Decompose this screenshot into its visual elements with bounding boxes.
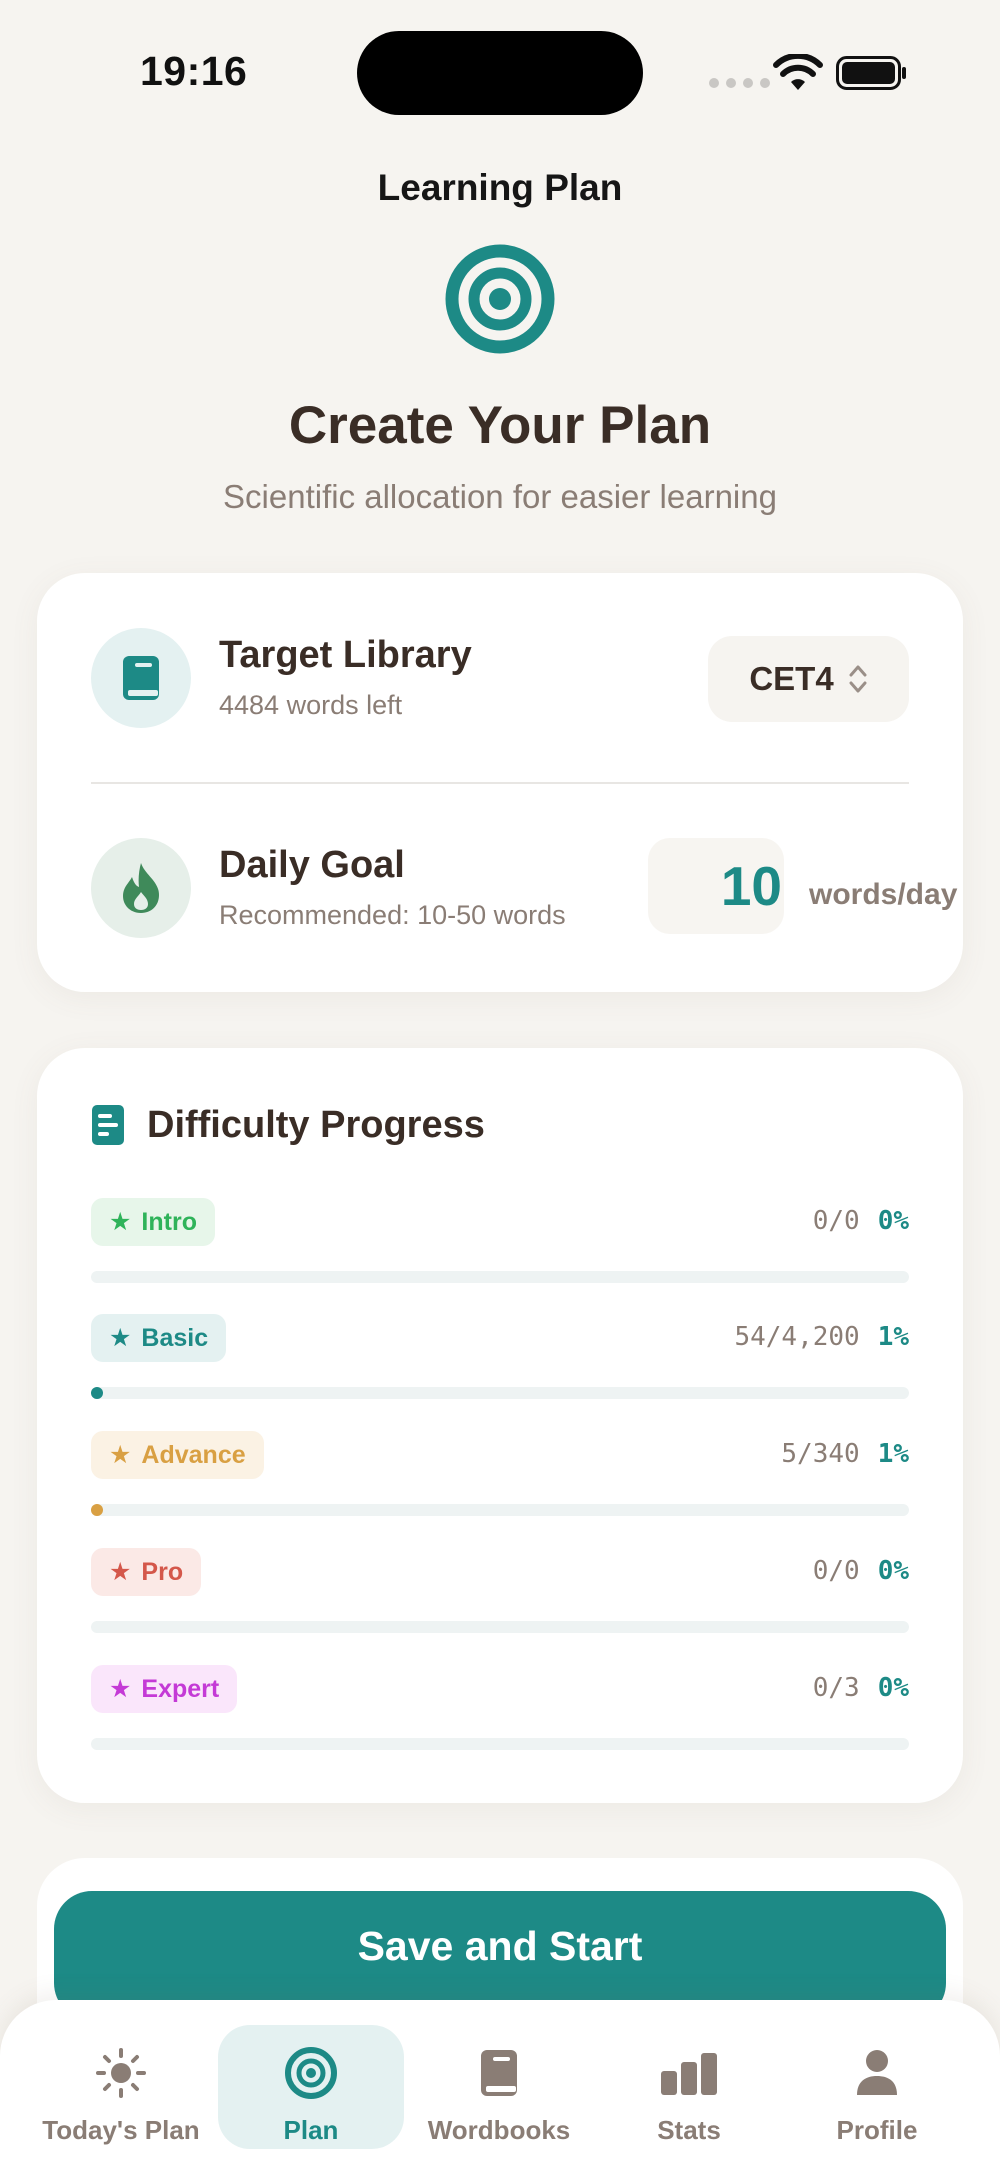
tab-label: Profile: [836, 2115, 918, 2145]
difficulty-level-expert: ★ Expert 0/3 0%: [91, 1665, 909, 1755]
daily-goal-input[interactable]: 10: [648, 838, 784, 934]
person-icon: [857, 2050, 897, 2095]
tab-label: Today's Plan: [42, 2115, 200, 2145]
book-icon: [481, 2050, 517, 2096]
level-stats: 54/4,200 1%: [734, 1322, 909, 1352]
level-stats: 5/340 1%: [781, 1439, 909, 1469]
battery-icon: [836, 56, 906, 90]
progress-track: [91, 1504, 909, 1516]
star-icon: ★: [109, 1208, 132, 1236]
level-badge: ★ Advance: [91, 1431, 264, 1479]
progress-track: [91, 1621, 909, 1633]
difficulty-level-basic: ★ Basic 54/4,200 1%: [91, 1314, 909, 1404]
level-badge: ★ Basic: [91, 1314, 227, 1362]
status-time: 19:16: [140, 48, 248, 94]
level-count: 0/0: [812, 1556, 860, 1586]
bar-chart-icon: [661, 2053, 717, 2095]
tab-label: Plan: [283, 2115, 339, 2145]
level-percent: 1%: [877, 1439, 909, 1469]
star-icon: ★: [109, 1675, 132, 1703]
page-subtitle: Scientific allocation for easier learnin…: [223, 478, 777, 515]
difficulty-level-intro: ★ Intro 0/0 0%: [91, 1198, 909, 1288]
level-stats: 0/0 0%: [813, 1206, 909, 1236]
library-value: CET4: [749, 660, 834, 697]
level-stats: 0/3 0%: [813, 1673, 909, 1703]
level-label: Pro: [141, 1557, 184, 1586]
difficulty-title: Difficulty Progress: [147, 1103, 485, 1146]
target-icon: [445, 244, 555, 354]
progress-track: [91, 1738, 909, 1750]
level-badge: ★ Intro: [91, 1198, 215, 1246]
library-select[interactable]: CET4: [708, 636, 909, 722]
level-count: 0/3: [812, 1673, 860, 1703]
level-stats: 0/0 0%: [813, 1556, 909, 1586]
tab-todays-plan[interactable]: Today's Plan: [28, 2025, 214, 2149]
dynamic-island: [357, 31, 643, 115]
flame-icon: [91, 838, 191, 938]
tab-profile[interactable]: Profile: [784, 2025, 970, 2149]
daily-goal-unit: words/day: [809, 878, 958, 911]
tab-stats[interactable]: Stats: [596, 2025, 782, 2149]
level-label: Expert: [141, 1674, 220, 1703]
level-badge: ★ Pro: [91, 1548, 202, 1596]
difficulty-level-advance: ★ Advance 5/340 1%: [91, 1431, 909, 1521]
level-count: 5/340: [781, 1439, 860, 1469]
status-bar: 19:16: [0, 0, 1000, 130]
chevron-up-down-icon: [849, 665, 867, 693]
level-badge: ★ Expert: [91, 1665, 238, 1713]
progress-fill: [91, 1387, 103, 1399]
star-icon: ★: [109, 1324, 132, 1352]
words-left-text: 4484 words left: [219, 690, 403, 720]
difficulty-progress-card: Difficulty Progress ★ Intro 0/0 0% ★ Basic 54/…: [37, 1048, 963, 1803]
difficulty-level-pro: ★ Pro 0/0 0%: [91, 1548, 909, 1638]
progress-track: [91, 1387, 909, 1399]
level-percent: 1%: [877, 1322, 909, 1352]
target-icon: [285, 2047, 337, 2099]
level-label: Advance: [141, 1440, 246, 1469]
book-icon: [91, 628, 191, 728]
nav-title: Learning Plan: [377, 167, 623, 208]
tab-plan[interactable]: Plan: [218, 2025, 404, 2149]
daily-goal-row: Daily Goal Recommended: 10-50 words 10 w…: [91, 838, 957, 938]
star-icon: ★: [109, 1441, 132, 1469]
page-title: Create Your Plan: [288, 396, 712, 455]
tab-label: Stats: [657, 2115, 721, 2145]
progress-track: [91, 1271, 909, 1283]
level-label: Intro: [141, 1207, 197, 1236]
divider: [91, 782, 909, 784]
plan-settings-card: Target Library 4484 words left CET4 Dail…: [37, 573, 963, 992]
level-percent: 0%: [877, 1673, 909, 1703]
level-label: Basic: [141, 1323, 209, 1352]
level-count: 54/4,200: [734, 1322, 860, 1352]
tab-wordbooks[interactable]: Wordbooks: [406, 2025, 592, 2149]
progress-fill: [91, 1504, 103, 1516]
level-percent: 0%: [877, 1556, 909, 1586]
level-percent: 0%: [877, 1206, 909, 1236]
daily-goal-recommendation: Recommended: 10-50 words: [219, 900, 566, 930]
document-icon: [92, 1105, 124, 1145]
daily-goal-title: Daily Goal: [219, 844, 405, 886]
daily-goal-value: 10: [720, 855, 782, 917]
difficulty-header: Difficulty Progress: [91, 1100, 485, 1150]
level-count: 0/0: [812, 1206, 860, 1236]
tab-bar: Today's Plan Plan Wordbooks Stats Profil…: [0, 2000, 1000, 2173]
target-library-title: Target Library: [219, 634, 472, 676]
target-library-row: Target Library 4484 words left CET4: [91, 628, 909, 728]
star-icon: ★: [109, 1558, 132, 1586]
signal-icon: [709, 78, 770, 88]
sun-icon: [96, 2048, 146, 2098]
wifi-icon: [773, 54, 823, 90]
tab-label: Wordbooks: [427, 2115, 571, 2145]
